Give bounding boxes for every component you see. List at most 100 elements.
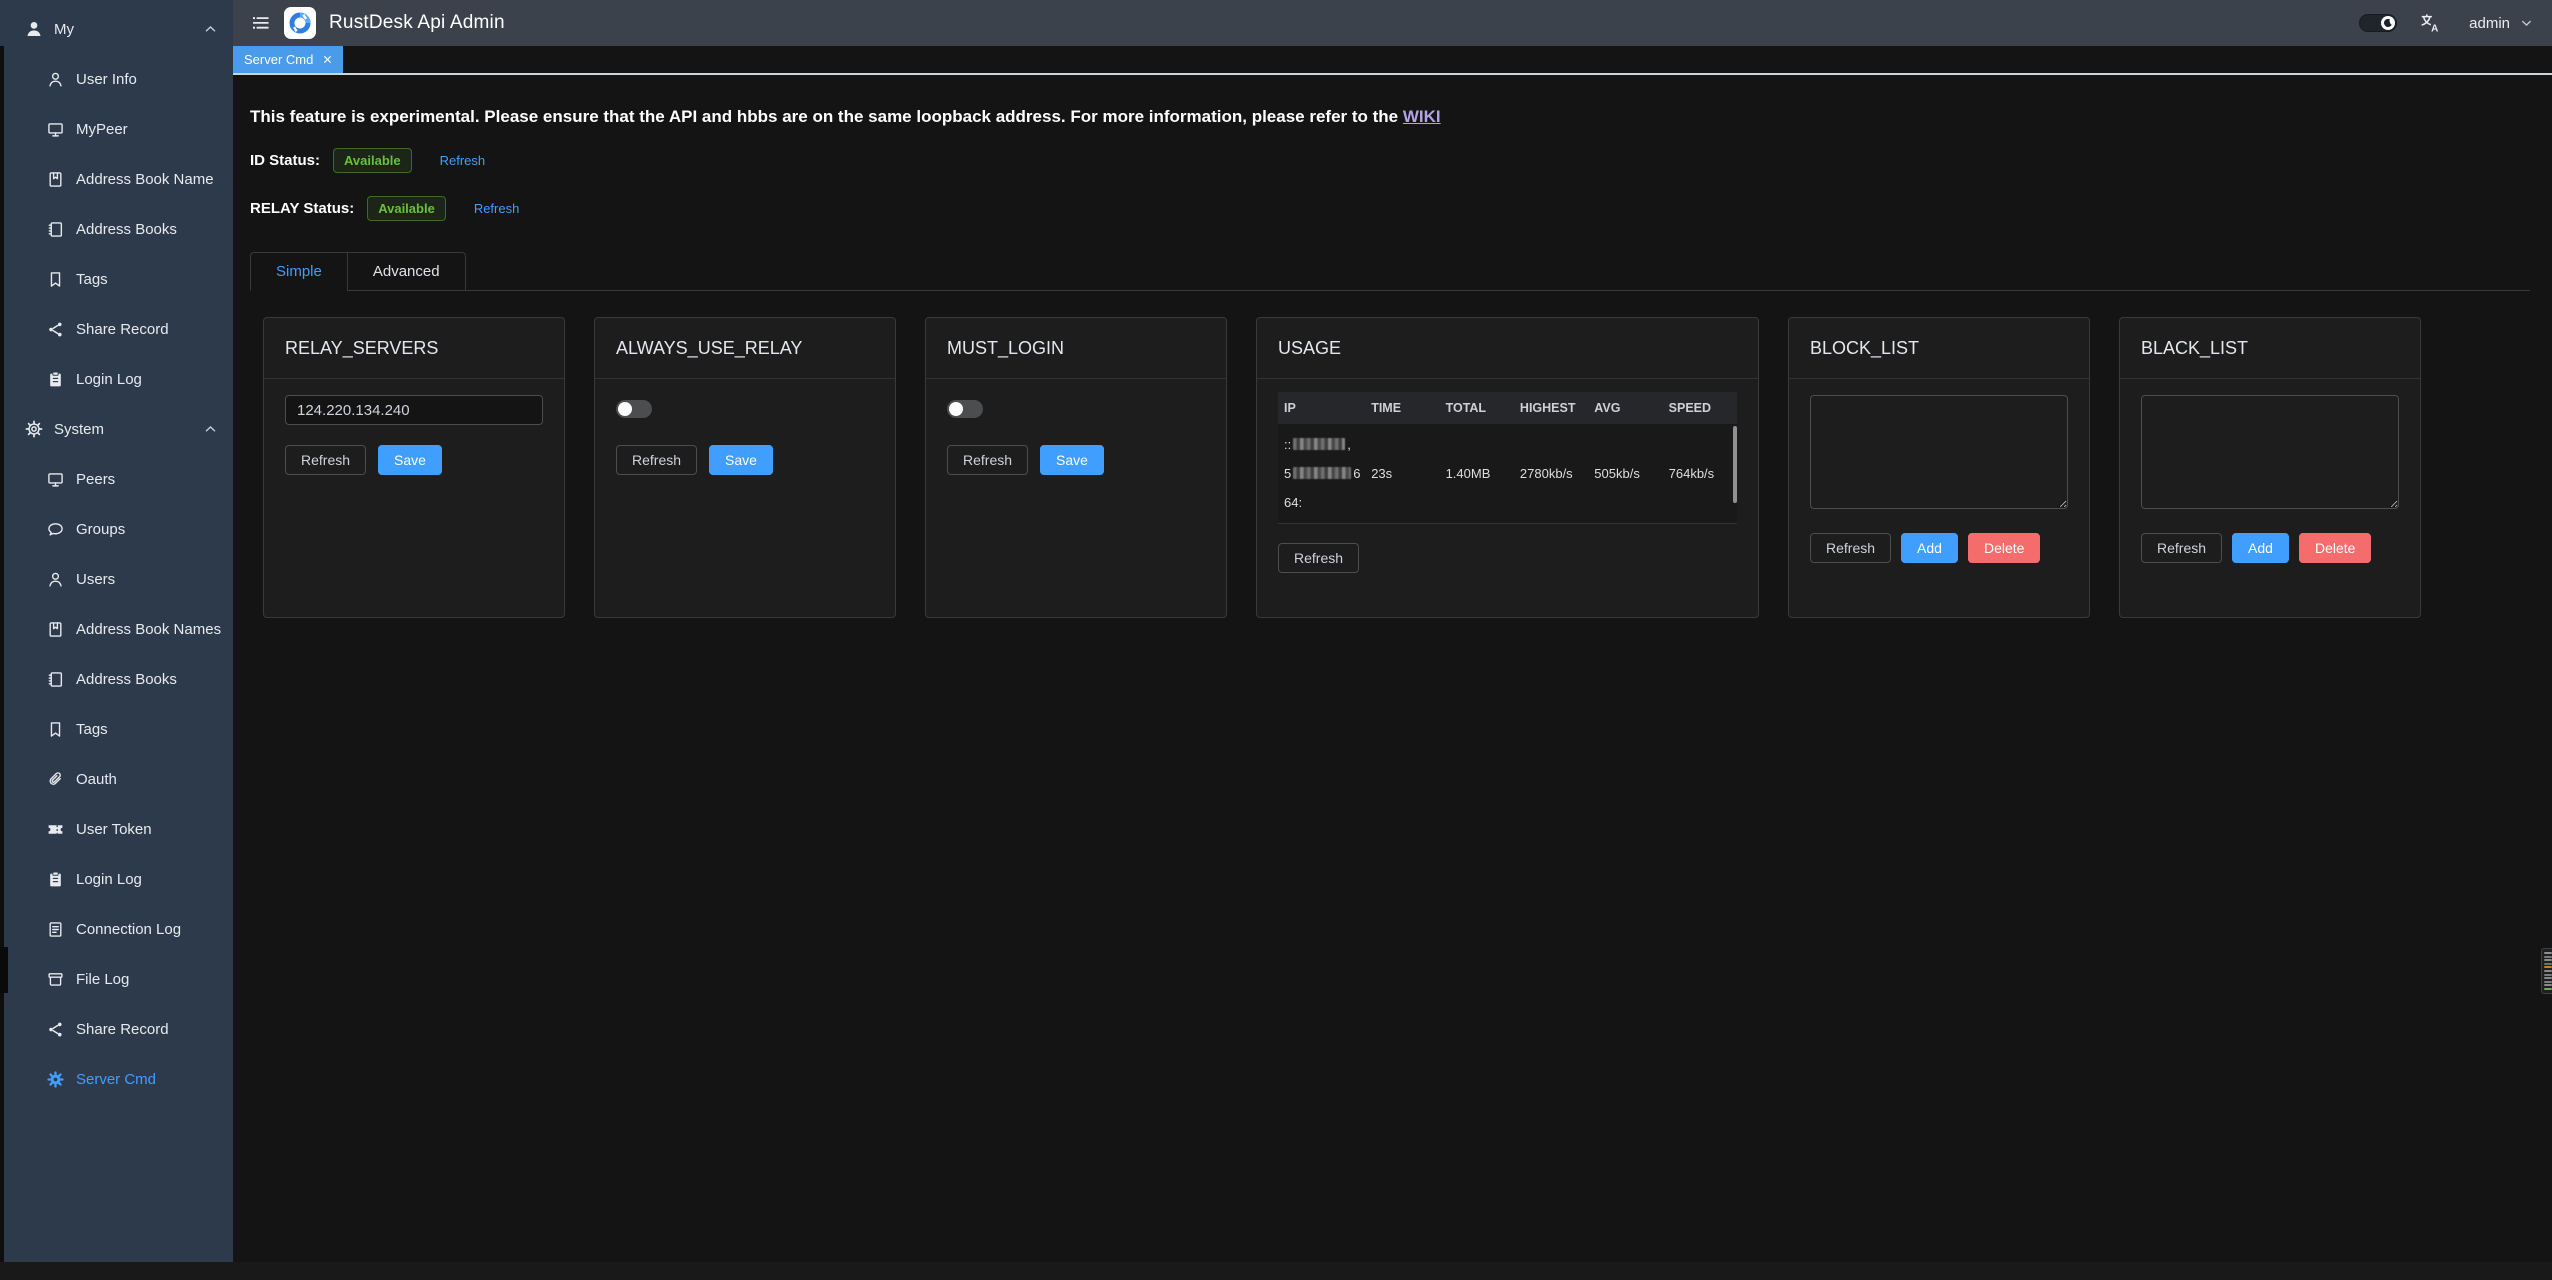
sidebar-item-groups[interactable]: Groups [0,504,233,554]
sidebar-item-oauth[interactable]: Oauth [0,754,233,804]
usage-ip-line: 64: [1284,488,1359,517]
usage-highest-cell: 2780kb/s [1514,424,1588,524]
relay-servers-refresh-button[interactable]: Refresh [285,445,366,475]
card-body: Refresh Save [926,379,1226,491]
tab-advanced[interactable]: Advanced [347,252,466,291]
close-icon[interactable] [323,55,332,64]
must-login-switch[interactable] [947,400,983,418]
sidebar-item-share-record[interactable]: Share Record [0,1004,233,1054]
card-title: MUST_LOGIN [926,318,1226,379]
sidebar-item-label: MyPeer [76,121,128,138]
sidebar-item-share-record[interactable]: Share Record [0,304,233,354]
block-list-add-button[interactable]: Add [1901,533,1958,563]
tab-simple[interactable]: Simple [250,252,348,291]
sidebar-item-label: User Info [76,71,137,88]
sidebar-left-edge [0,46,4,1262]
card-body: Refresh Add Delete [2120,379,2420,579]
card-usage: USAGE IPTIMETOTALHIGHESTAVGSPEED ::,5664… [1256,317,1759,618]
always-use-relay-switch[interactable] [616,400,652,418]
sidebar-item-label: Peers [76,471,115,488]
ticket-icon [47,821,64,838]
sidebar-fold-icon[interactable] [252,14,270,32]
main-content: This feature is experimental. Please ens… [233,77,2552,1262]
sidebar-item-system[interactable]: System [0,404,233,454]
sidebar-item-user-info[interactable]: User Info [0,54,233,104]
sidebar-item-file-log[interactable]: File Log [0,954,233,1004]
sidebar-item-address-books[interactable]: Address Books [0,204,233,254]
sidebar-item-users[interactable]: Users [0,554,233,604]
block-list-textarea[interactable] [1810,395,2068,509]
scroll-marker-stripe [2544,963,2552,965]
id-status-refresh-link[interactable]: Refresh [440,153,486,168]
card-relay-servers: RELAY_SERVERS Refresh Save [263,317,565,618]
usage-col-highest: HIGHEST [1514,392,1588,424]
tabs-underline [250,290,2530,291]
sidebar-item-label: Share Record [76,321,169,338]
relay-servers-save-button[interactable]: Save [378,445,442,475]
sidebar-item-peers[interactable]: Peers [0,454,233,504]
sidebar-item-label: My [54,21,74,38]
always-use-relay-refresh-button[interactable]: Refresh [616,445,697,475]
sidebar-item-server-cmd[interactable]: Server Cmd [0,1054,233,1104]
sidebar-item-label: Groups [76,521,125,538]
sidebar-item-label: Address Books [76,671,177,688]
sidebar-item-tags[interactable]: Tags [0,254,233,304]
card-block-list: BLOCK_LIST Refresh Add Delete [1788,317,2090,618]
button-row: Refresh Save [616,445,874,475]
redacted-ip-segment [1293,438,1345,450]
sidebar-item-address-books[interactable]: Address Books [0,654,233,704]
id-status-label: ID Status: [250,152,320,169]
sidebar-item-address-book-names[interactable]: Address Book Names [0,604,233,654]
route-tab-server-cmd[interactable]: Server Cmd [233,46,343,73]
redacted-ip-segment [1293,467,1351,479]
sidebar-item-mypeer[interactable]: MyPeer [0,104,233,154]
must-login-save-button[interactable]: Save [1040,445,1104,475]
translate-icon[interactable]: A [2419,12,2443,34]
black-list-add-button[interactable]: Add [2232,533,2289,563]
block-list-refresh-button[interactable]: Refresh [1810,533,1891,563]
sidebar-item-login-log[interactable]: Login Log [0,854,233,904]
relay-status-row: RELAY Status: Available Refresh [250,195,519,221]
usage-refresh-button[interactable]: Refresh [1278,543,1359,573]
id-status-row: ID Status: Available Refresh [250,147,485,173]
sidebar-item-tags[interactable]: Tags [0,704,233,754]
user-menu[interactable]: admin [2469,15,2532,32]
sidebar-item-my[interactable]: My [0,4,233,54]
sidebar-item-address-book-name[interactable]: Address Book Name [0,154,233,204]
cards-row: RELAY_SERVERS Refresh Save ALWAYS_USE_RE… [263,317,2421,618]
sidebar-item-login-log[interactable]: Login Log [0,354,233,404]
relay-status-refresh-link[interactable]: Refresh [474,201,520,216]
bookmark-icon [47,721,64,738]
wiki-link[interactable]: WIKI [1403,107,1441,126]
card-must-login: MUST_LOGIN Refresh Save [925,317,1227,618]
rustdesk-logo [284,7,316,39]
card-title: ALWAYS_USE_RELAY [595,318,895,379]
box-icon [47,971,64,988]
sidebar-item-connection-log[interactable]: Connection Log [0,904,233,954]
block-list-delete-button[interactable]: Delete [1968,533,2040,563]
sidebar-item-label: Oauth [76,771,117,788]
sidebar-item-label: Connection Log [76,921,181,938]
right-edge-scroll-marker[interactable] [2541,948,2552,994]
sidebar-item-user-token[interactable]: User Token [0,804,233,854]
sidebar-item-label: Tags [76,271,108,288]
bookmark-icon [47,271,64,288]
card-body: IPTIMETOTALHIGHESTAVGSPEED ::,5664: 23s … [1257,379,1758,586]
must-login-refresh-button[interactable]: Refresh [947,445,1028,475]
id-status-badge: Available [333,148,412,173]
black-list-delete-button[interactable]: Delete [2299,533,2371,563]
dark-mode-toggle[interactable] [2359,14,2397,32]
sidebar-item-label: User Token [76,821,152,838]
share-icon [47,321,64,338]
usage-speed-cell: 764kb/s [1663,424,1737,524]
always-use-relay-save-button[interactable]: Save [709,445,773,475]
chevron-up-icon [205,425,216,433]
relay-servers-input[interactable] [285,395,543,425]
usage-table-scrollbar[interactable] [1733,426,1737,503]
moon-icon [2381,16,2395,30]
notice-text: This feature is experimental. Please ens… [250,107,1403,126]
scroll-marker-stripe [2544,952,2552,954]
black-list-refresh-button[interactable]: Refresh [2141,533,2222,563]
sidebar-item-label: Share Record [76,1021,169,1038]
black-list-textarea[interactable] [2141,395,2399,509]
